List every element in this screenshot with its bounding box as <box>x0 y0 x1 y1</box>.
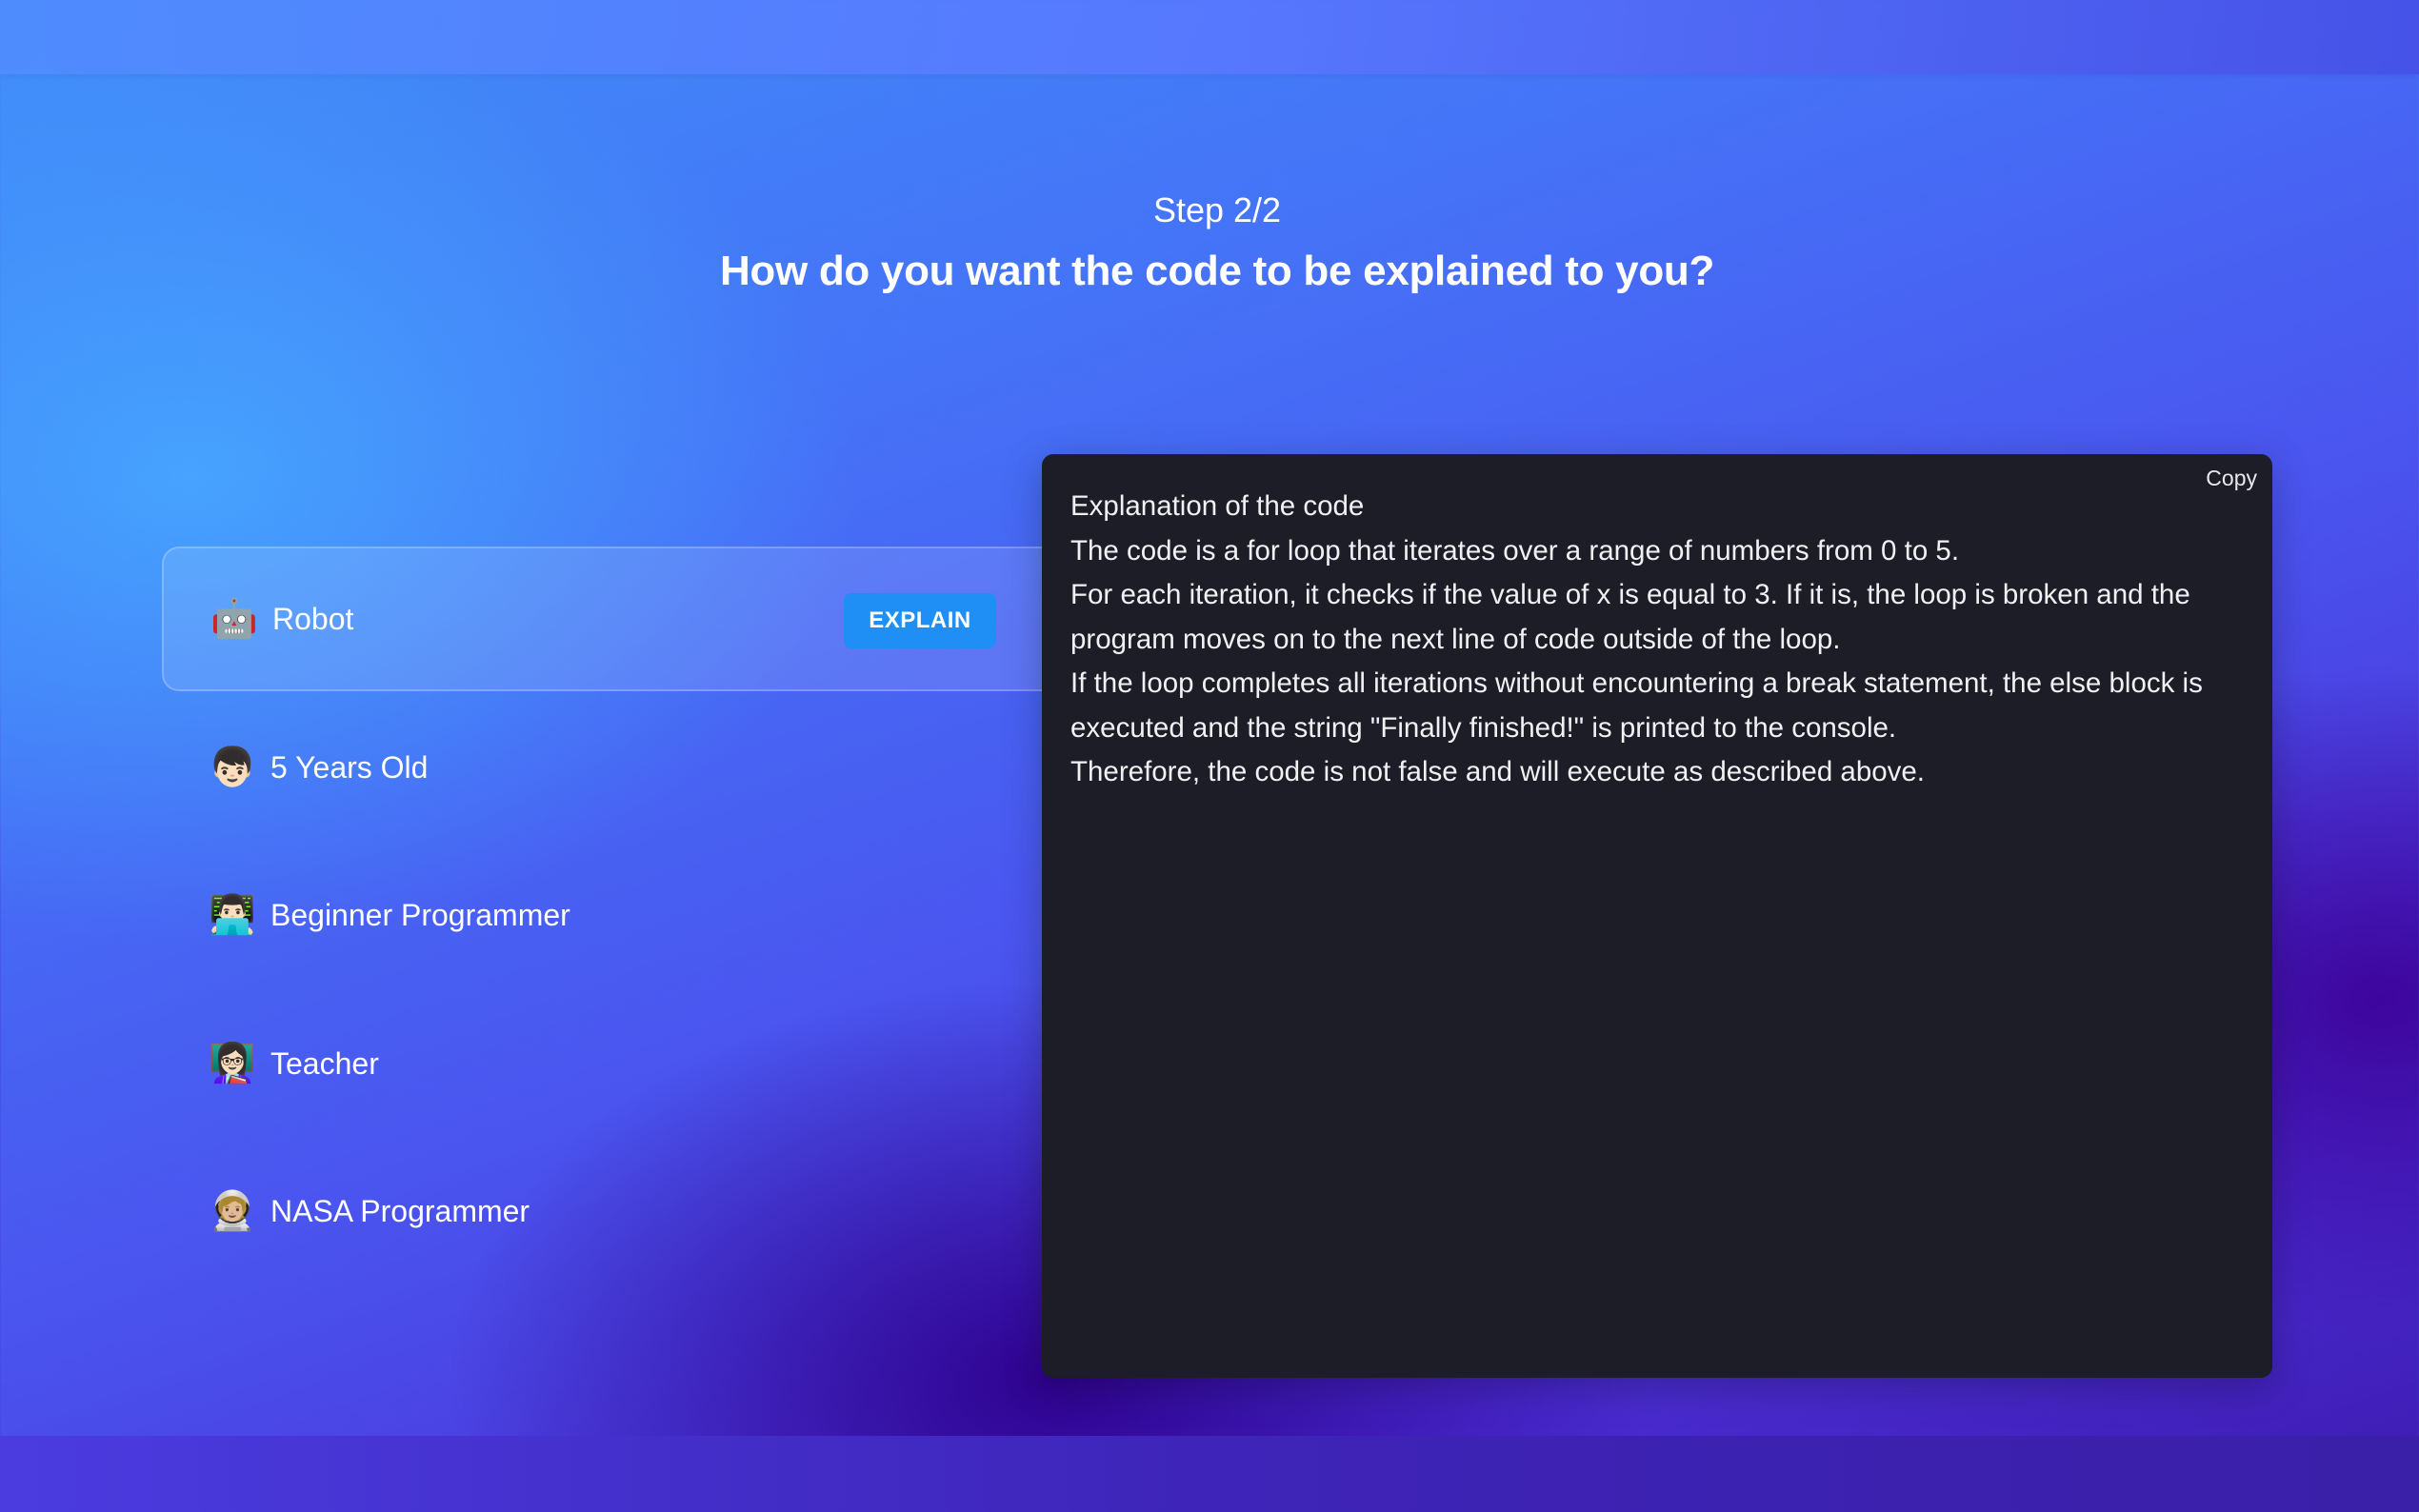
option-5-years-old[interactable]: 👦🏻 5 Years Old <box>162 695 1043 840</box>
option-robot[interactable]: 🤖 Robot EXPLAIN <box>162 547 1043 691</box>
teacher-icon: 👩🏻‍🏫 <box>209 1043 256 1084</box>
explanation-panel: Copy Explanation of the code The code is… <box>1042 454 2272 1378</box>
page-title: How do you want the code to be explained… <box>719 248 1715 294</box>
option-label: Robot <box>272 601 354 636</box>
astronaut-icon: 🧑🏼‍🚀 <box>209 1190 256 1232</box>
robot-icon: 🤖 <box>210 598 258 640</box>
boy-icon: 👦🏻 <box>209 746 256 788</box>
step-indicator: Step 2/2 <box>1152 190 1282 229</box>
top-bar <box>0 0 2419 74</box>
copy-button[interactable]: Copy <box>2200 462 2263 495</box>
option-label: NASA Programmer <box>270 1193 530 1228</box>
option-teacher[interactable]: 👩🏻‍🏫 Teacher <box>162 991 1043 1136</box>
explanation-text: Explanation of the code The code is a fo… <box>1070 490 2203 787</box>
programmer-icon: 👨🏻‍💻 <box>209 894 256 936</box>
option-label: 5 Years Old <box>270 749 429 785</box>
option-label: Teacher <box>270 1045 379 1081</box>
option-label: Beginner Programmer <box>270 897 570 932</box>
bottom-bar <box>0 1436 2419 1512</box>
option-nasa-programmer[interactable]: 🧑🏼‍🚀 NASA Programmer <box>162 1139 1043 1283</box>
option-beginner-programmer[interactable]: 👨🏻‍💻 Beginner Programmer <box>162 843 1043 987</box>
explain-button[interactable]: EXPLAIN <box>844 593 996 648</box>
